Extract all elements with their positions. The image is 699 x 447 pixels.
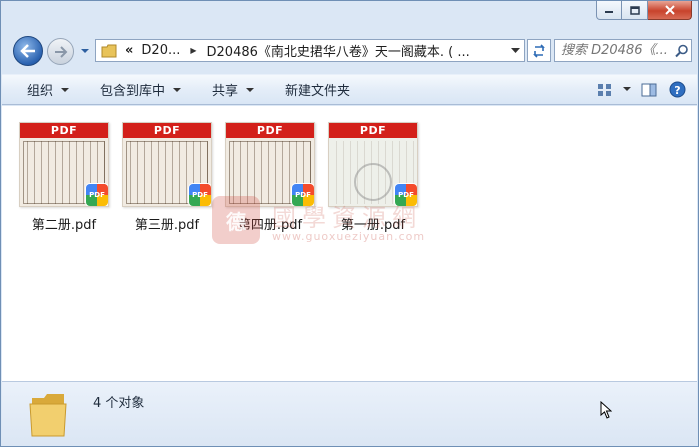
mouse-cursor-icon [600,401,612,419]
details-pane: 4 个对象 [2,381,697,445]
file-item[interactable]: PDF PDF 第二册.pdf [16,122,112,233]
breadcrumb: « D20... ▶ D20486《南北史捃华八卷》天一阁藏本. ( ... [125,41,506,60]
view-grid-icon [598,83,611,96]
folder-icon [29,394,67,437]
file-item[interactable]: PDF PDF 第四册.pdf [222,122,318,233]
chevron-down-icon [511,47,520,53]
close-button[interactable] [648,1,692,20]
preview-pane-button[interactable] [635,79,663,101]
preview-pane-icon [641,83,657,96]
recent-pages-dropdown[interactable] [79,45,91,57]
item-count: 4 个对象 [93,396,145,411]
change-view-button[interactable] [591,79,619,101]
refresh-button[interactable] [527,39,551,62]
search-box[interactable] [554,39,692,62]
pdf-thumbnail: PDF PDF [19,122,109,207]
pdf-header-label: PDF [226,123,314,138]
chevron-down-icon [173,87,182,92]
forward-arrow-icon [54,45,67,58]
share-menu[interactable]: 共享 [190,75,263,104]
view-options-dropdown[interactable] [619,79,635,101]
help-icon: ? [669,81,685,98]
file-name: 第一册.pdf [340,218,406,233]
file-name: 第二册.pdf [31,218,97,233]
pdf-header-label: PDF [329,123,417,138]
pdf-app-icon: PDF [395,184,417,206]
file-item[interactable]: PDF PDF 第三册.pdf [119,122,215,233]
refresh-icon [533,43,545,58]
close-icon [664,5,675,15]
pdf-header-label: PDF [20,123,108,138]
file-item[interactable]: PDF PDF 第一册.pdf [325,122,421,233]
organize-menu[interactable]: 组织 [2,75,78,104]
breadcrumb-separator-icon[interactable]: ▶ [190,46,196,55]
minimize-icon [605,11,613,13]
forward-button[interactable] [47,38,74,65]
new-folder-label: 新建文件夹 [285,84,351,99]
breadcrumb-root[interactable]: D20... [141,43,180,58]
file-name: 第三册.pdf [134,218,200,233]
search-icon[interactable] [675,44,689,58]
pdf-app-icon: PDF [86,184,108,206]
svg-text:?: ? [674,84,680,97]
pdf-app-icon: PDF [292,184,314,206]
address-bar[interactable]: « D20... ▶ D20486《南北史捃华八卷》天一阁藏本. ( ... [95,39,525,62]
share-label: 共享 [212,84,239,99]
breadcrumb-overflow[interactable]: « [125,43,133,58]
include-in-library-menu[interactable]: 包含到库中 [78,75,190,104]
include-in-library-label: 包含到库中 [100,84,166,99]
address-dropdown-button[interactable] [506,40,524,61]
seal-stamp [354,163,392,201]
caption-buttons [596,1,692,21]
pdf-app-icon: PDF [189,184,211,206]
address-row: « D20... ▶ D20486《南北史捃华八卷》天一阁藏本. ( ... [9,31,692,69]
view-controls: ? [591,75,691,104]
back-button[interactable] [13,36,43,66]
pdf-header-label: PDF [123,123,211,138]
chevron-down-icon [81,49,89,53]
breadcrumb-current[interactable]: D20486《南北史捃华八卷》天一阁藏本. ( ... [207,41,470,60]
new-folder-button[interactable]: 新建文件夹 [263,75,359,104]
command-bar: 组织 包含到库中 共享 新建文件夹 ? [2,74,697,105]
minimize-button[interactable] [596,1,622,20]
folder-icon [101,44,117,57]
organize-label: 组织 [27,84,54,99]
chevron-down-icon [246,87,255,92]
help-button[interactable]: ? [663,79,691,101]
chevron-down-icon [623,87,631,91]
maximize-button[interactable] [622,1,648,20]
pdf-thumbnail: PDF PDF [328,122,418,207]
back-arrow-icon [20,44,35,58]
maximize-icon [629,5,640,15]
file-name: 第四册.pdf [237,218,303,233]
search-input[interactable] [561,43,673,58]
chevron-down-icon [61,87,70,92]
pdf-thumbnail: PDF PDF [225,122,315,207]
explorer-window: « D20... ▶ D20486《南北史捃华八卷》天一阁藏本. ( ... 组… [0,0,699,447]
file-list: PDF PDF 第二册.pdf PDF PDF 第三册.pdf PDF PDF … [2,106,697,381]
pdf-thumbnail: PDF PDF [122,122,212,207]
